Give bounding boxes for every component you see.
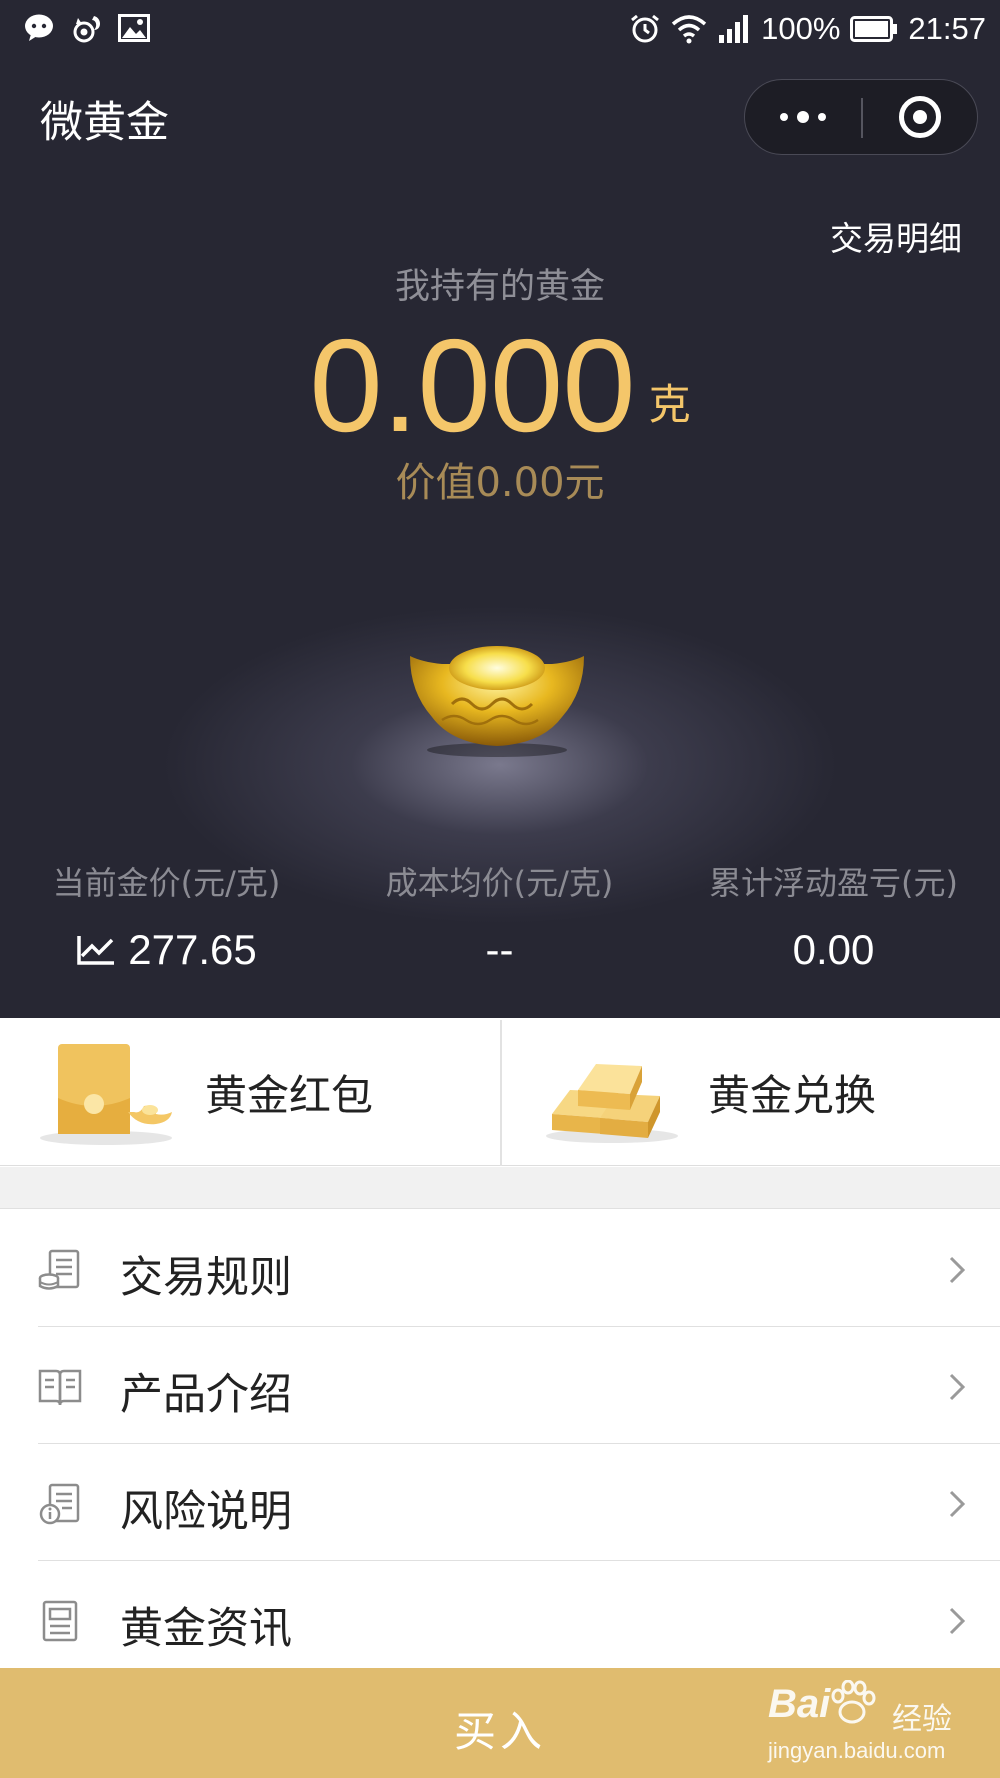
holding-amount-unit: 克 (648, 380, 691, 429)
current-price-label: 当前金价(元/克) (52, 864, 281, 902)
close-circle-icon (899, 96, 941, 138)
watermark-brand: Bai (768, 1682, 831, 1726)
app-title: 微黄金 (40, 98, 169, 148)
image-icon (118, 14, 150, 42)
menu-item-label: 风险说明 (120, 1487, 292, 1537)
close-button[interactable] (863, 80, 977, 154)
more-dots-icon (780, 111, 826, 123)
cost-price-value: -- (485, 926, 514, 973)
gold-exchange-button[interactable]: 黄金兑换 (502, 1020, 1000, 1166)
trend-chart-icon (77, 936, 115, 965)
menu-item-label: 交易规则 (120, 1253, 292, 1303)
menu-item-product-intro[interactable]: 产品介绍 (0, 1327, 1000, 1444)
status-bar: 100% 21:57 (0, 0, 1000, 58)
mini-program-capsule (744, 79, 978, 155)
gold-ingot-icon (410, 646, 584, 757)
cost-price-label: 成本均价(元/克) (385, 864, 614, 902)
gold-red-envelope-button[interactable]: 黄金红包 (0, 1020, 500, 1166)
wifi-icon (671, 14, 707, 44)
red-envelope-icon (40, 1044, 172, 1145)
gold-bars-icon (546, 1064, 678, 1143)
wechat-icon (24, 13, 58, 43)
menu-item-label: 产品介绍 (120, 1370, 292, 1420)
section-gap (0, 1167, 1000, 1209)
watermark-brand-suffix: 经验 (892, 1702, 952, 1737)
chevron-right-icon (949, 1256, 966, 1284)
squirrel-icon (72, 12, 104, 44)
holding-amount-value: 0.000 (309, 312, 635, 459)
chevron-right-icon (949, 1490, 966, 1518)
status-time: 21:57 (908, 11, 986, 46)
holding-value: 价值0.00元 (395, 460, 605, 506)
rules-doc-icon (38, 1249, 80, 1290)
chevron-right-icon (949, 1607, 966, 1635)
holding-amount: 0.000 克 (0, 310, 1000, 461)
profit-loss-stat: 累计浮动盈亏(元) 0.00 (667, 858, 1000, 974)
profit-loss-label: 累计浮动盈亏(元) (709, 864, 958, 902)
battery-percent: 100% (761, 11, 841, 46)
holdings-panel: 100% 21:57 微黄金 交易明细 我持有的黄金 0.000 克 价值0.00… (0, 0, 1000, 1018)
risk-info-icon (39, 1483, 80, 1525)
baidu-jingyan-watermark: Bai 经验 jingyan.baidu.com (762, 1680, 962, 1766)
price-stats: 当前金价(元/克) 277.65 成本均价(元/克) -- 累计浮动盈亏(元) … (0, 858, 1000, 978)
menu-item-trade-rules[interactable]: 交易规则 (0, 1210, 1000, 1327)
gold-exchange-label: 黄金兑换 (708, 1071, 877, 1120)
info-menu: 交易规则 产品介绍 风险说明 黄金资讯 (0, 1210, 1000, 1678)
menu-item-risk-statement[interactable]: 风险说明 (0, 1444, 1000, 1561)
profit-loss-value: 0.00 (792, 926, 875, 973)
open-book-icon (38, 1369, 82, 1406)
cost-price-stat: 成本均价(元/克) -- (333, 858, 666, 974)
gold-actions: 黄金红包 黄金兑换 (0, 1020, 1000, 1166)
menu-item-gold-news[interactable]: 黄金资讯 (0, 1561, 1000, 1678)
signal-icon (717, 14, 751, 44)
more-button[interactable] (745, 80, 861, 154)
battery-icon (850, 16, 898, 42)
chevron-right-icon (949, 1373, 966, 1401)
news-doc-icon (42, 1600, 78, 1642)
gold-red-envelope-label: 黄金红包 (205, 1071, 374, 1120)
trade-detail-link[interactable]: 交易明细 (830, 212, 962, 260)
menu-item-label: 黄金资讯 (120, 1604, 292, 1654)
holding-title: 我持有的黄金 (394, 267, 605, 307)
watermark-domain: jingyan.baidu.com (768, 1738, 946, 1763)
alarm-icon (629, 13, 661, 45)
baidu-paw-icon (831, 1680, 876, 1724)
current-price-value: 277.65 (128, 926, 257, 973)
current-price-stat[interactable]: 当前金价(元/克) 277.65 (0, 858, 333, 974)
